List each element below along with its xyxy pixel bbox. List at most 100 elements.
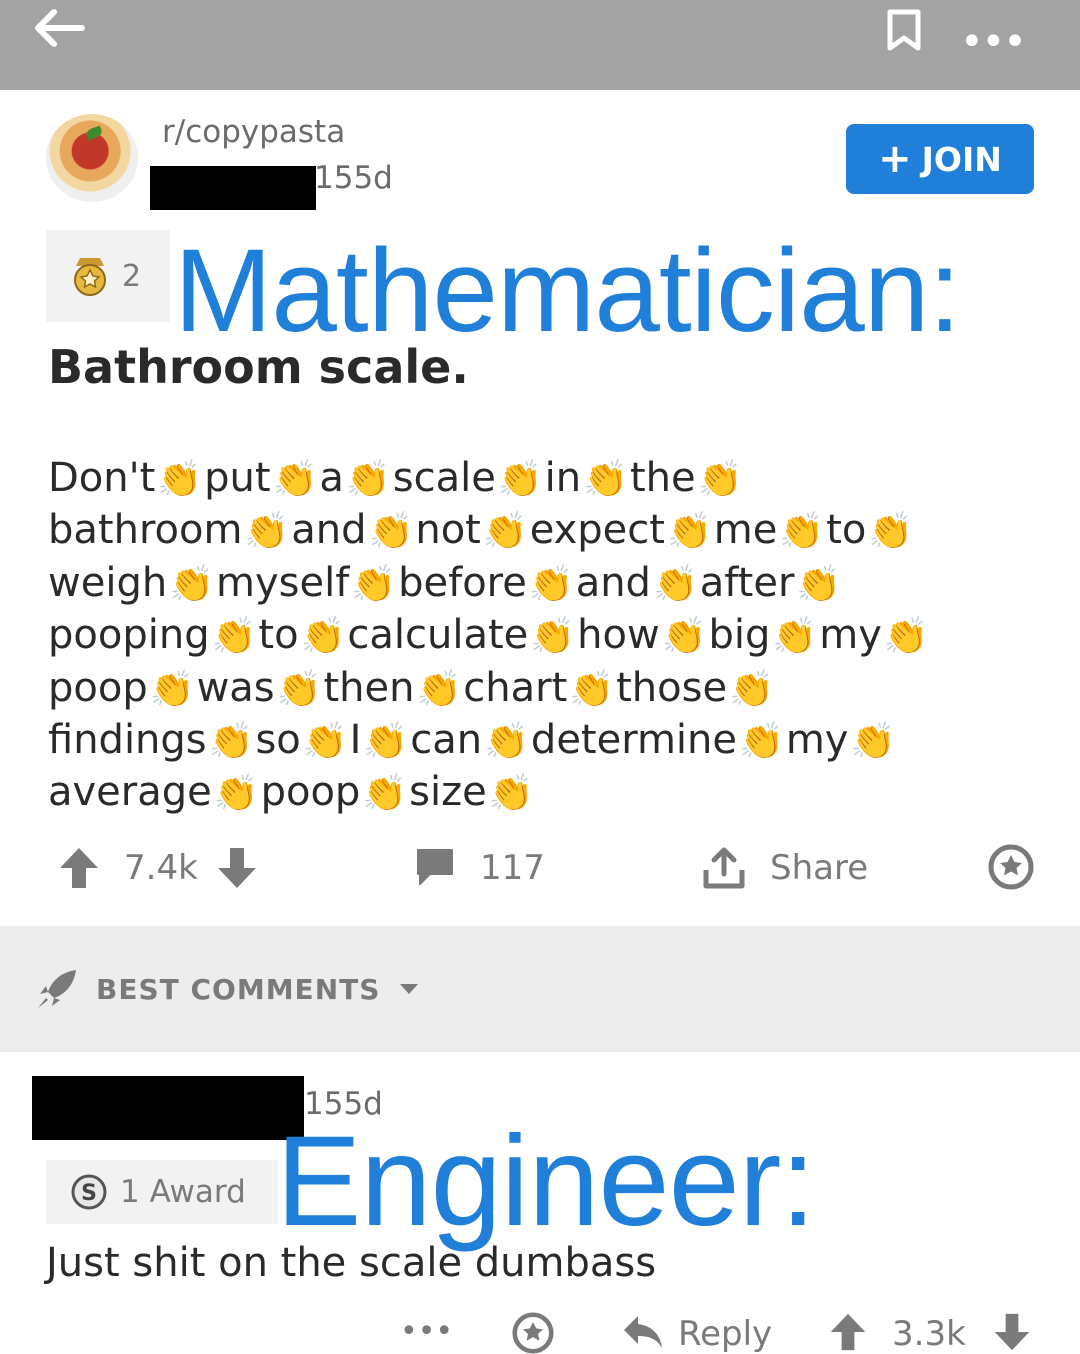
post-body-word: poop: [260, 769, 361, 816]
clap-emoji: 👏: [213, 773, 259, 815]
join-button[interactable]: + JOIN: [846, 124, 1034, 194]
post-body-word: expect: [529, 507, 665, 554]
clap-emoji: 👏: [351, 563, 397, 605]
post-body-word: me: [713, 507, 778, 554]
downvote-icon[interactable]: [992, 1312, 1032, 1352]
more-options-icon[interactable]: •••: [960, 22, 1027, 62]
post-body-line: bathroom👏and👏not👏expect👏me👏to👏: [48, 504, 1058, 556]
post-body-line: weigh👏myself👏before👏and👏after👏: [48, 557, 1058, 609]
bookmark-icon[interactable]: [884, 8, 924, 52]
silver-award-icon: S: [71, 1174, 107, 1210]
clap-emoji: 👏: [666, 511, 712, 553]
clap-emoji: 👏: [302, 720, 348, 762]
redacted-username: [150, 166, 316, 210]
post-body-word: myself: [216, 559, 350, 606]
clap-emoji: 👏: [697, 459, 743, 500]
post-body-word: can: [410, 716, 483, 763]
post-body-word: to: [826, 507, 867, 554]
post-body-word: scale: [392, 455, 496, 501]
clap-emoji: 👏: [661, 616, 707, 658]
post-actions: 7.4k 117 Share: [0, 840, 1080, 900]
clap-emoji: 👏: [883, 616, 929, 658]
clap-emoji: 👏: [149, 668, 195, 710]
clap-emoji: 👏: [796, 563, 842, 605]
post-body-word: after: [699, 559, 795, 606]
post-body-line: Don't👏put👏a👏scale👏in👏the👏: [48, 452, 1058, 504]
clap-emoji: 👏: [484, 720, 529, 762]
give-award-icon[interactable]: [988, 844, 1034, 890]
post-body-word: chart: [463, 664, 568, 711]
clap-emoji: 👏: [368, 511, 414, 553]
post-body-word: big: [708, 612, 771, 659]
clap-emoji: 👏: [497, 459, 543, 500]
post-body-word: and: [575, 559, 651, 606]
comment-text: Just shit on the scale dumbass: [46, 1240, 657, 1286]
post-body-word: those: [616, 664, 728, 711]
top-bar: •••: [0, 0, 1080, 90]
post-body-word: my: [819, 612, 882, 659]
post-body-word: I: [349, 716, 362, 763]
comment-sort-dropdown[interactable]: BEST COMMENTS: [36, 968, 420, 1010]
clap-emoji: 👏: [272, 459, 318, 500]
sort-label: BEST COMMENTS: [96, 972, 381, 1006]
post-body-line: poop👏was👏then👏chart👏those👏: [48, 662, 1058, 714]
post-body-word: weigh: [48, 559, 168, 606]
post-award-badge[interactable]: 2: [46, 230, 170, 322]
clap-emoji: 👏: [345, 459, 391, 500]
post-body-line: findings👏so👏I👏can👏determine👏my👏: [48, 714, 1058, 766]
overlay-caption-mathematician: Mathematician:: [174, 225, 961, 357]
clap-emoji: 👏: [868, 511, 914, 553]
post-body-word: size: [409, 769, 487, 816]
post-title[interactable]: Bathroom scale.: [48, 340, 469, 394]
post-body-word: average: [48, 769, 212, 816]
reply-icon[interactable]: [622, 1314, 664, 1350]
clap-emoji: 👏: [528, 563, 574, 605]
award-count: 2: [122, 258, 142, 294]
share-icon[interactable]: [702, 844, 746, 890]
clap-emoji: 👏: [583, 459, 628, 500]
post-body-word: my: [785, 716, 849, 763]
upvote-icon[interactable]: [828, 1312, 868, 1352]
post-body-word: put: [204, 455, 271, 501]
clap-emoji: 👏: [416, 668, 462, 710]
post-body-word: so: [255, 716, 301, 763]
caret-down-icon: [400, 984, 419, 994]
gold-award-icon: [74, 258, 106, 296]
downvote-icon[interactable]: [216, 846, 258, 890]
reply-label[interactable]: Reply: [678, 1314, 772, 1354]
clap-emoji: 👏: [211, 616, 257, 658]
post-body-word: determine: [530, 716, 737, 763]
redacted-commenter: [32, 1076, 304, 1140]
clap-emoji: 👏: [739, 720, 784, 762]
clap-emoji: 👏: [569, 668, 615, 710]
clap-emoji: 👏: [850, 720, 896, 762]
clap-emoji: 👏: [362, 773, 408, 815]
rocket-icon: [38, 970, 76, 1008]
post-body-word: to: [258, 612, 299, 659]
post-body-word: before: [398, 559, 527, 606]
post-body: Don't👏put👏a👏scale👏in👏the👏 bathroom👏and👏no…: [48, 452, 1058, 819]
upvote-icon[interactable]: [58, 846, 100, 890]
clap-emoji: 👏: [482, 511, 528, 553]
subreddit-avatar[interactable]: [46, 114, 138, 202]
post-body-word: the: [629, 455, 696, 501]
post-body-word: pooping: [48, 612, 210, 659]
clap-emoji: 👏: [530, 616, 576, 658]
subreddit-name[interactable]: r/copypasta: [162, 114, 345, 150]
award-label: 1 Award: [120, 1174, 246, 1210]
clap-emoji: 👏: [779, 511, 825, 553]
clap-emoji: 👏: [157, 459, 203, 500]
post-body-word: how: [577, 612, 660, 659]
give-award-icon[interactable]: [512, 1312, 554, 1354]
post-body-word: in: [544, 455, 582, 501]
comment-award-badge[interactable]: S 1 Award: [46, 1160, 278, 1224]
clap-emoji: 👏: [729, 668, 774, 710]
arrow-left-icon[interactable]: [28, 6, 88, 50]
share-label[interactable]: Share: [770, 848, 868, 888]
post-body-word: Don't: [48, 455, 156, 501]
comment-icon[interactable]: [414, 846, 456, 888]
comment-count[interactable]: 117: [480, 848, 545, 888]
comment-more-icon[interactable]: •••: [400, 1314, 453, 1349]
post-body-word: poop: [48, 664, 148, 711]
clap-emoji: 👏: [652, 563, 698, 605]
